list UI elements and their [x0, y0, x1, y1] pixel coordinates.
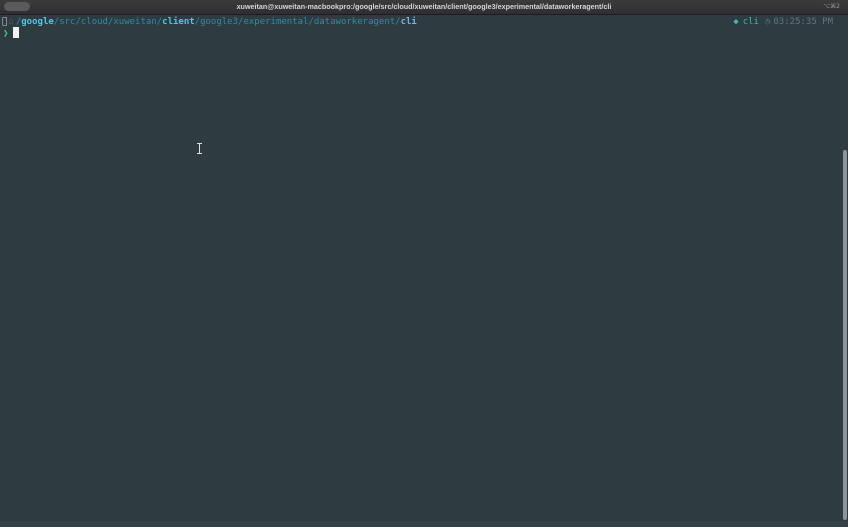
window-title: xuweitan@xuweitan-macbookpro:/google/src… — [236, 2, 612, 11]
terminal-window: xuweitan@xuweitan-macbookpro:/google/src… — [0, 0, 848, 527]
path-segment: google — [15, 17, 54, 27]
ibeam-pointer-icon — [197, 143, 203, 154]
input-line[interactable]: ❯ — [3, 27, 20, 39]
scrollbar[interactable] — [840, 15, 848, 527]
path-segment: cli — [395, 17, 417, 27]
prompt-right-info: ◆ cli ◷ 03:25:35 PM — [733, 16, 833, 28]
home-icon: ⌂ — [3, 17, 13, 27]
path-segment: client — [156, 17, 195, 27]
path-segment: /src/cloud/xuweitan/ — [48, 17, 162, 27]
prompt-chevron-icon: ❯ — [3, 29, 9, 39]
prompt-line: ⌂/google/src/cloud/xuweitan/client/goog… — [2, 16, 417, 28]
scrollbar-thumb[interactable] — [843, 150, 847, 520]
text-cursor — [13, 27, 20, 38]
apple-icon:  — [2, 17, 7, 27]
title-bar[interactable]: xuweitan@xuweitan-macbookpro:/google/src… — [0, 0, 848, 15]
prompt-time: 03:25:35 PM — [773, 17, 833, 27]
clock-icon: ◷ — [764, 17, 771, 27]
window-bottom-edge — [0, 521, 848, 527]
directory-name: cli — [742, 17, 759, 27]
path-segment: /google3/experimental/dataworkeragent/ — [189, 17, 401, 27]
directory-icon: ◆ — [733, 17, 739, 27]
tab-shortcut-label: ⌥⌘2 — [823, 3, 840, 10]
terminal-content[interactable]: ⌂/google/src/cloud/xuweitan/client/goog… — [0, 15, 840, 527]
